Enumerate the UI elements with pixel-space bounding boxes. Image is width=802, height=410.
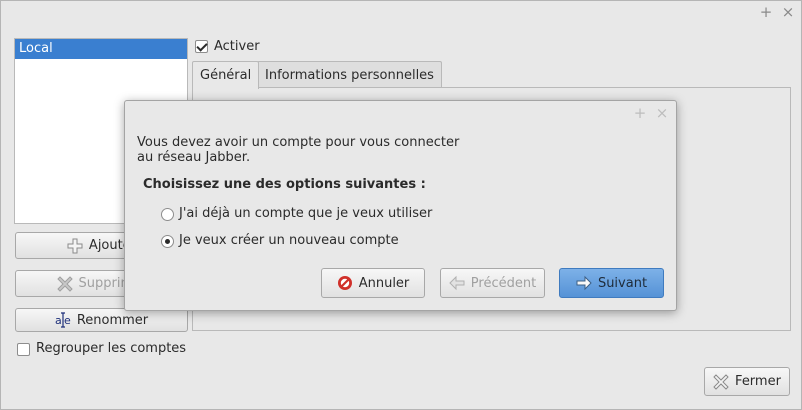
account-wizard-dialog: + × Vous devez avoir un compte pour vous… bbox=[124, 100, 677, 311]
account-item-label: Local bbox=[19, 41, 53, 56]
account-item-local[interactable]: Local bbox=[15, 39, 187, 59]
arrow-right-icon bbox=[576, 275, 592, 291]
option-existing-account-label[interactable]: J'ai déjà un compte que je veux utiliser bbox=[179, 206, 432, 221]
dialog-close-icon[interactable]: × bbox=[654, 105, 670, 121]
enable-account-checkbox[interactable] bbox=[195, 40, 208, 53]
previous-label: Précédent bbox=[470, 275, 537, 291]
cancel-label: Annuler bbox=[358, 275, 410, 291]
option-new-account-label[interactable]: Je veux créer un nouveau compte bbox=[179, 233, 399, 248]
group-accounts-label: Regrouper les comptes bbox=[36, 341, 187, 356]
dialog-intro-line2: au réseau Jabber. bbox=[137, 150, 251, 165]
maximize-icon[interactable]: + bbox=[758, 4, 774, 20]
close-icon[interactable]: × bbox=[780, 4, 796, 20]
svg-text:a: a bbox=[55, 314, 62, 327]
next-button[interactable]: Suivant bbox=[559, 268, 664, 298]
option-existing-account-radio[interactable] bbox=[161, 208, 174, 221]
group-accounts-checkbox[interactable] bbox=[17, 343, 30, 356]
cancel-button[interactable]: Annuler bbox=[321, 268, 425, 298]
cancel-icon bbox=[337, 275, 353, 291]
close-window-button[interactable]: Fermer bbox=[704, 367, 790, 396]
next-label: Suivant bbox=[597, 275, 648, 291]
previous-button[interactable]: Précédent bbox=[440, 268, 545, 298]
svg-text:e: e bbox=[64, 314, 71, 327]
enable-account-label: Activer bbox=[214, 39, 260, 54]
dialog-prompt: Choisissez une des options suivantes : bbox=[143, 177, 426, 192]
plus-icon bbox=[67, 238, 83, 254]
rename-text-icon: a e bbox=[55, 312, 71, 328]
tab-personal-info[interactable]: Informations personnelles bbox=[257, 61, 442, 88]
tab-personal-info-label: Informations personnelles bbox=[265, 68, 434, 83]
tab-general-label: Général bbox=[200, 68, 252, 83]
delete-x-icon bbox=[56, 275, 73, 292]
rename-account-label: Renommer bbox=[76, 312, 149, 328]
arrow-left-icon bbox=[449, 275, 465, 291]
close-window-label: Fermer bbox=[735, 374, 781, 389]
close-x-icon bbox=[713, 373, 729, 390]
tab-general[interactable]: Général bbox=[192, 61, 260, 89]
rename-account-button[interactable]: a e Renommer bbox=[15, 308, 188, 332]
dialog-maximize-icon[interactable]: + bbox=[632, 105, 648, 121]
option-new-account-radio[interactable] bbox=[161, 235, 174, 248]
dialog-intro-line1: Vous devez avoir un compte pour vous con… bbox=[137, 135, 460, 150]
